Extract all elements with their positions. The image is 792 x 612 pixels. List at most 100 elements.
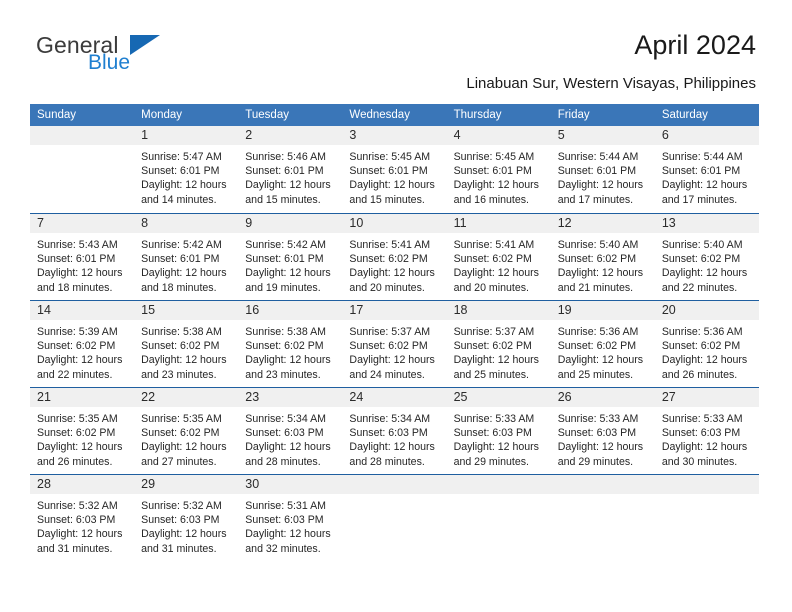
daylight-duration-line2: and 22 minutes.: [661, 281, 738, 294]
calendar-day-cell[interactable]: 20 Sunrise: 5:36 AM Sunset: 6:02 PM Dayligh…: [654, 301, 759, 387]
day-number: 29: [134, 475, 239, 494]
day-number: 25: [446, 388, 551, 407]
general-blue-logo[interactable]: General Blue: [36, 32, 236, 78]
calendar-day-cell-empty: [342, 475, 447, 561]
day-number: [342, 475, 447, 494]
daylight-duration-line2: and 26 minutes.: [661, 368, 738, 381]
day-details: Sunrise: 5:43 AM Sunset: 6:01 PM Daylight:…: [30, 233, 134, 295]
calendar-day-cell[interactable]: 6 Sunrise: 5:44 AM Sunset: 6:01 PM Daylight…: [654, 126, 759, 213]
daylight-duration-line2: and 15 minutes.: [349, 193, 425, 206]
weekday-header-wednesday: Wednesday: [349, 109, 410, 121]
calendar-day-cell[interactable]: 8 Sunrise: 5:42 AM Sunset: 6:01 PM Daylight…: [134, 214, 239, 300]
day-details: Sunrise: 5:40 AM Sunset: 6:02 PM Daylight:…: [551, 233, 655, 295]
daylight-duration-line2: and 16 minutes.: [453, 193, 529, 206]
sunrise-time: Sunrise: 5:35 AM: [37, 413, 118, 425]
day-details: Sunrise: 5:44 AM Sunset: 6:01 PM Daylight:…: [551, 145, 655, 207]
daylight-duration-line2: and 19 minutes.: [245, 281, 321, 294]
day-details: Sunrise: 5:39 AM Sunset: 6:02 PM Daylight:…: [30, 320, 134, 382]
sunset-time: Sunset: 6:01 PM: [453, 165, 532, 178]
sunrise-time: Sunrise: 5:36 AM: [661, 326, 743, 338]
calendar-day-cell[interactable]: 23 Sunrise: 5:34 AM Sunset: 6:03 PM Dayligh…: [238, 388, 343, 474]
calendar-day-cell[interactable]: 26 Sunrise: 5:33 AM Sunset: 6:03 PM Dayligh…: [550, 388, 655, 474]
weekday-header-sunday: Sunday: [37, 109, 77, 121]
sunset-time: Sunset: 6:02 PM: [453, 340, 532, 353]
calendar-day-cell[interactable]: 12 Sunrise: 5:40 AM Sunset: 6:02 PM Dayligh…: [550, 214, 655, 300]
daylight-duration-line2: and 14 minutes.: [141, 193, 217, 206]
calendar-day-cell[interactable]: 3 Sunrise: 5:45 AM Sunset: 6:01 PM Daylight…: [342, 126, 447, 213]
daylight-duration-line2: and 25 minutes.: [453, 368, 529, 381]
day-details: Sunrise: 5:46 AM Sunset: 6:01 PM Daylight:…: [238, 145, 342, 207]
daylight-duration-line1: Daylight: 12 hours: [661, 354, 748, 367]
calendar-day-cell[interactable]: 30 Sunrise: 5:31 AM Sunset: 6:03 PM Dayligh…: [238, 475, 343, 561]
calendar-day-cell[interactable]: 9 Sunrise: 5:42 AM Sunset: 6:01 PM Daylight…: [238, 214, 343, 300]
sunrise-time: Sunrise: 5:37 AM: [453, 326, 535, 338]
calendar-day-cell[interactable]: 25 Sunrise: 5:33 AM Sunset: 6:03 PM Dayligh…: [446, 388, 551, 474]
daylight-duration-line1: Daylight: 12 hours: [557, 354, 644, 367]
calendar-day-cell[interactable]: 24 Sunrise: 5:34 AM Sunset: 6:03 PM Dayligh…: [342, 388, 447, 474]
calendar-day-cell[interactable]: 1 Sunrise: 5:47 AM Sunset: 6:01 PM Daylight…: [134, 126, 239, 213]
day-number: 18: [446, 301, 551, 320]
daylight-duration-line1: Daylight: 12 hours: [453, 267, 539, 280]
calendar-week-row: 7 Sunrise: 5:43 AM Sunset: 6:01 PM Daylight…: [30, 213, 759, 300]
weekday-header-monday: Monday: [141, 109, 183, 121]
day-details: Sunrise: 5:36 AM Sunset: 6:02 PM Daylight:…: [655, 320, 759, 382]
day-number: 11: [446, 214, 551, 233]
day-number: [550, 475, 655, 494]
calendar-day-cell[interactable]: 10 Sunrise: 5:41 AM Sunset: 6:02 PM Dayligh…: [342, 214, 447, 300]
day-number: [654, 475, 759, 494]
calendar-day-cell[interactable]: 29 Sunrise: 5:32 AM Sunset: 6:03 PM Dayligh…: [134, 475, 239, 561]
calendar-day-cell[interactable]: 17 Sunrise: 5:37 AM Sunset: 6:02 PM Dayligh…: [342, 301, 447, 387]
calendar-day-cell[interactable]: 21 Sunrise: 5:35 AM Sunset: 6:02 PM Dayligh…: [30, 388, 135, 474]
calendar-day-cell[interactable]: 22 Sunrise: 5:35 AM Sunset: 6:02 PM Dayligh…: [134, 388, 239, 474]
daylight-duration-line1: Daylight: 12 hours: [453, 179, 539, 192]
daylight-duration-line1: Daylight: 12 hours: [453, 441, 539, 454]
day-details: Sunrise: 5:44 AM Sunset: 6:01 PM Daylight:…: [655, 145, 759, 207]
daylight-duration-line1: Daylight: 12 hours: [37, 267, 123, 280]
calendar-day-cell[interactable]: 2 Sunrise: 5:46 AM Sunset: 6:01 PM Daylight…: [238, 126, 343, 213]
daylight-duration-line2: and 15 minutes.: [245, 193, 321, 206]
logo-text-blue: Blue: [88, 51, 131, 74]
sunrise-time: Sunrise: 5:38 AM: [245, 326, 326, 338]
daylight-duration-line1: Daylight: 12 hours: [37, 528, 123, 541]
daylight-duration-line2: and 20 minutes.: [349, 281, 425, 294]
sunset-time: Sunset: 6:02 PM: [349, 340, 428, 353]
calendar-day-cell[interactable]: 4 Sunrise: 5:45 AM Sunset: 6:01 PM Daylight…: [446, 126, 551, 213]
daylight-duration-line2: and 24 minutes.: [349, 368, 425, 381]
day-number: 16: [238, 301, 343, 320]
daylight-duration-line1: Daylight: 12 hours: [245, 179, 331, 192]
daylight-duration-line2: and 17 minutes.: [661, 193, 738, 206]
sunset-time: Sunset: 6:01 PM: [245, 165, 324, 178]
sunrise-time: Sunrise: 5:40 AM: [661, 239, 743, 251]
sunrise-time: Sunrise: 5:46 AM: [245, 151, 326, 163]
sunset-time: Sunset: 6:01 PM: [37, 253, 116, 266]
sunrise-time: Sunrise: 5:31 AM: [245, 500, 326, 512]
calendar-day-cell[interactable]: 18 Sunrise: 5:37 AM Sunset: 6:02 PM Dayligh…: [446, 301, 551, 387]
calendar-day-cell[interactable]: 19 Sunrise: 5:36 AM Sunset: 6:02 PM Dayligh…: [550, 301, 655, 387]
daylight-duration-line1: Daylight: 12 hours: [661, 267, 748, 280]
calendar-day-cell[interactable]: 11 Sunrise: 5:41 AM Sunset: 6:02 PM Dayligh…: [446, 214, 551, 300]
calendar-day-cell[interactable]: 27 Sunrise: 5:33 AM Sunset: 6:03 PM Dayligh…: [654, 388, 759, 474]
calendar-day-cell[interactable]: 28 Sunrise: 5:32 AM Sunset: 6:03 PM Dayligh…: [30, 475, 135, 561]
sunrise-time: Sunrise: 5:41 AM: [453, 239, 535, 251]
day-details: Sunrise: 5:37 AM Sunset: 6:02 PM Daylight:…: [342, 320, 446, 382]
weekday-header-tuesday: Tuesday: [245, 109, 289, 121]
daylight-duration-line1: Daylight: 12 hours: [245, 354, 331, 367]
day-number: 1: [134, 126, 239, 145]
calendar-day-cell[interactable]: 15 Sunrise: 5:38 AM Sunset: 6:02 PM Dayligh…: [134, 301, 239, 387]
calendar-day-cell[interactable]: 14 Sunrise: 5:39 AM Sunset: 6:02 PM Dayligh…: [30, 301, 135, 387]
calendar-day-cell[interactable]: 13 Sunrise: 5:40 AM Sunset: 6:02 PM Dayligh…: [654, 214, 759, 300]
sunset-time: Sunset: 6:01 PM: [245, 253, 324, 266]
day-number: 17: [342, 301, 447, 320]
sunset-time: Sunset: 6:01 PM: [557, 165, 637, 178]
day-details: Sunrise: 5:34 AM Sunset: 6:03 PM Daylight:…: [238, 407, 342, 469]
calendar-day-cell[interactable]: 5 Sunrise: 5:44 AM Sunset: 6:01 PM Daylight…: [550, 126, 655, 213]
sunrise-time: Sunrise: 5:36 AM: [557, 326, 639, 338]
day-details: Sunrise: 5:41 AM Sunset: 6:02 PM Daylight:…: [342, 233, 446, 295]
day-number: 19: [550, 301, 655, 320]
calendar-day-cell[interactable]: 16 Sunrise: 5:38 AM Sunset: 6:02 PM Dayligh…: [238, 301, 343, 387]
daylight-duration-line1: Daylight: 12 hours: [245, 441, 331, 454]
sunrise-time: Sunrise: 5:40 AM: [557, 239, 639, 251]
sunrise-time: Sunrise: 5:39 AM: [37, 326, 118, 338]
day-details: Sunrise: 5:34 AM Sunset: 6:03 PM Daylight:…: [342, 407, 446, 469]
calendar-day-cell[interactable]: 7 Sunrise: 5:43 AM Sunset: 6:01 PM Daylight…: [30, 214, 135, 300]
